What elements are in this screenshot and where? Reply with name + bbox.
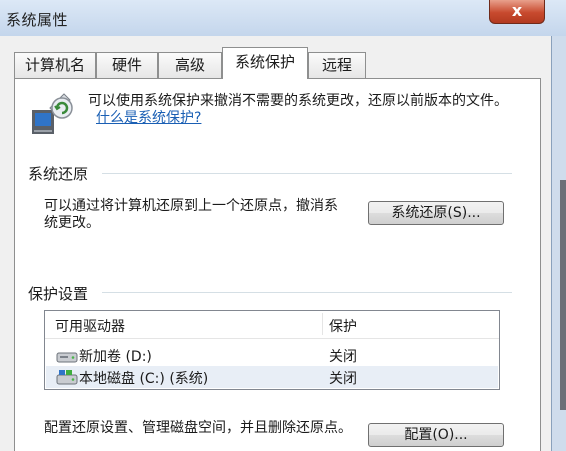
drive-row-c[interactable]: 本地磁盘 (C:) (系统) 关闭 (46, 366, 498, 388)
window-title: 系统属性 (6, 11, 69, 29)
what-is-system-protection-link[interactable]: 什么是系统保护? (96, 110, 201, 126)
tab-system-protection[interactable]: 系统保护 (222, 47, 308, 79)
restore-section-title: 系统还原 (28, 165, 89, 183)
drive-list[interactable]: 可用驱动器 保护 新加卷 (D:) 关闭 本地磁盘 (C:) (系统) 关闭 (44, 310, 500, 390)
close-icon: x (511, 1, 523, 20)
hard-drive-icon (56, 352, 78, 363)
system-protection-icon (32, 93, 73, 134)
column-header-drive[interactable]: 可用驱动器 (55, 316, 125, 336)
drive-protection-status: 关闭 (329, 349, 357, 365)
tab-advanced[interactable]: 高级 (158, 52, 222, 78)
background-scrollbar[interactable] (560, 180, 566, 410)
tab-remote[interactable]: 远程 (308, 52, 366, 78)
system-restore-button[interactable]: 系统还原(S)... (368, 201, 504, 225)
drive-row-d[interactable]: 新加卷 (D:) 关闭 (46, 344, 498, 366)
protection-section-title: 保护设置 (28, 285, 89, 303)
restore-section-divider (102, 173, 512, 174)
tab-computer-name[interactable]: 计算机名 (14, 52, 96, 78)
protection-section-divider (102, 292, 512, 293)
intro-description: 可以使用系统保护来撤消不需要的系统更改，还原以前版本的文件。什么是系统保护? (88, 93, 508, 126)
drive-protection-status: 关闭 (329, 371, 357, 387)
configure-description: 配置还原设置、管理磁盘空间，并且删除还原点。 (44, 420, 352, 436)
close-button[interactable]: x (489, 0, 545, 24)
restore-description: 可以通过将计算机还原到上一个还原点，撤消系统更改。 (44, 198, 338, 231)
tab-hardware[interactable]: 硬件 (96, 52, 158, 78)
title-bar: 系统属性 x (0, 0, 566, 36)
tab-panel (14, 78, 541, 451)
column-header-protection[interactable]: 保护 (329, 316, 357, 336)
configure-button[interactable]: 配置(O)... (368, 423, 504, 447)
system-drive-icon (56, 370, 78, 385)
column-separator (322, 313, 323, 335)
drive-list-header: 可用驱动器 保护 (45, 311, 499, 339)
